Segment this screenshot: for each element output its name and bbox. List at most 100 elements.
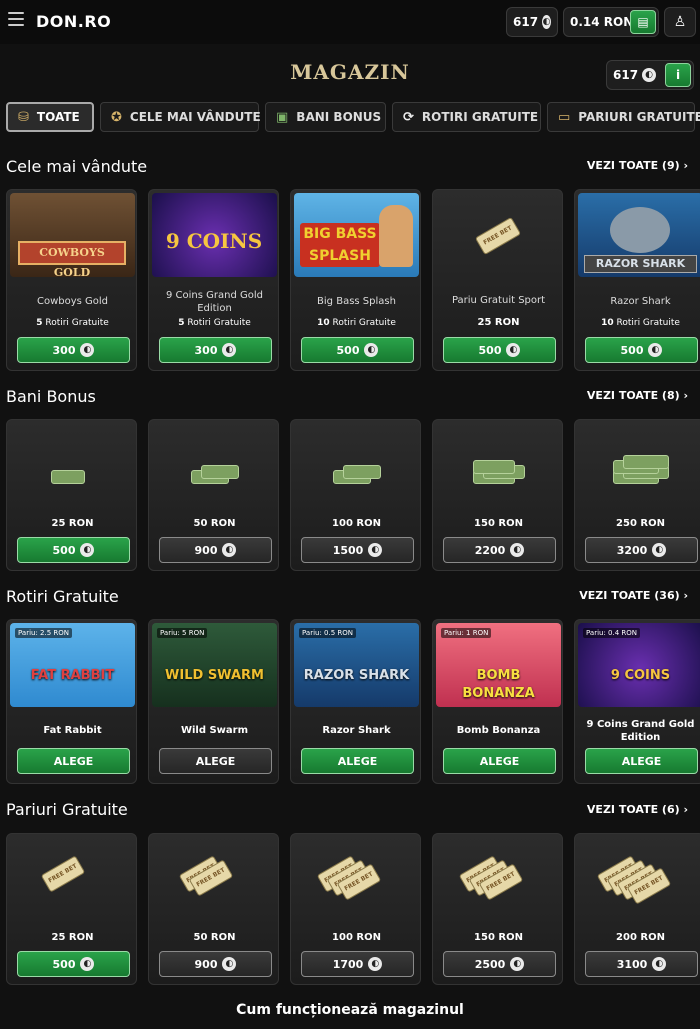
free-bet-ticket-icon: FREE BET bbox=[40, 855, 86, 893]
coin-icon: ◐ bbox=[652, 543, 667, 557]
bonus-card[interactable]: 250 RON 3200 ◐ bbox=[574, 419, 700, 571]
coin-icon: ◐ bbox=[80, 543, 95, 557]
product-detail: 25 RON bbox=[477, 317, 520, 328]
game-thumbnail: Pariu: 5 RON WILD SWARM bbox=[152, 623, 277, 707]
free-spins-card[interactable]: Pariu: 5 RON WILD SWARM Wild Swarm ALEGE bbox=[148, 619, 279, 784]
see-all-spins[interactable]: VEZI TOATE (36) › bbox=[579, 589, 688, 602]
free-spins-card[interactable]: Pariu: 0.4 RON 9 COINS 9 Coins Grand Gol… bbox=[574, 619, 700, 784]
bet-amount: 150 RON bbox=[474, 932, 523, 943]
thumb-logo: RAZOR SHARK bbox=[584, 255, 697, 273]
price-button[interactable]: 1500 ◐ bbox=[301, 537, 414, 563]
thumb-logo: COWBOYS GOLD bbox=[18, 241, 126, 277]
coin-icon: ◐ bbox=[222, 957, 237, 971]
product-card[interactable]: RAZOR SHARK Razor Shark 10 Rotiri Gratui… bbox=[574, 189, 700, 371]
product-card[interactable]: FREE BET Pariu Gratuit Sport 25 RON 500 ◐ bbox=[432, 189, 563, 371]
price-button[interactable]: 500 ◐ bbox=[17, 537, 130, 563]
bonus-row: 25 RON 500 ◐ 50 RON 900 ◐ 100 RON 1500 ◐ 15… bbox=[6, 419, 700, 571]
tab-rotiri-gratuite[interactable]: ⟳ ROTIRI GRATUITE bbox=[392, 102, 541, 132]
free-bet-card[interactable]: FREE BET 25 RON 500 ◐ bbox=[6, 833, 137, 985]
price-button[interactable]: 3200 ◐ bbox=[585, 537, 698, 563]
choose-button[interactable]: ALEGE bbox=[585, 748, 698, 774]
see-all-best[interactable]: VEZI TOATE (9) › bbox=[587, 159, 688, 172]
fisherman-figure bbox=[379, 205, 413, 267]
bets-row: FREE BET 25 RON 500◐ FREE BETFREE BET 50… bbox=[6, 833, 700, 985]
choose-button[interactable]: ALEGE bbox=[443, 748, 556, 774]
game-thumbnail: BIG BASS SPLASH bbox=[294, 193, 419, 277]
price-button[interactable]: 1700 ◐ bbox=[301, 951, 414, 977]
free-spins-card[interactable]: Pariu: 0.5 RON RAZOR SHARK Razor Shark A… bbox=[290, 619, 421, 784]
coin-icon: ◐ bbox=[80, 957, 95, 971]
free-spins-card[interactable]: Pariu: 2.5 RON FAT RABBIT Fat Rabbit ALE… bbox=[6, 619, 137, 784]
price-button[interactable]: 500 ◐ bbox=[301, 337, 414, 363]
price-button[interactable]: 2200 ◐ bbox=[443, 537, 556, 563]
balance-pill[interactable]: 0.14 RON ▤ bbox=[563, 7, 659, 37]
choose-button[interactable]: ALEGE bbox=[17, 748, 130, 774]
see-all-bets[interactable]: VEZI TOATE (6) › bbox=[587, 803, 688, 816]
points-pill[interactable]: 617 ◐ bbox=[506, 7, 558, 37]
game-name: Razor Shark bbox=[322, 725, 391, 736]
product-detail: 10 Rotiri Gratuite bbox=[601, 318, 680, 328]
game-name: 9 Coins Grand Gold Edition bbox=[586, 719, 695, 743]
see-all-bonus[interactable]: VEZI TOATE (8) › bbox=[587, 389, 688, 402]
product-card[interactable]: COWBOYS GOLD Cowboys Gold 5 Rotiri Gratu… bbox=[6, 189, 137, 371]
game-thumbnail: RAZOR SHARK bbox=[578, 193, 700, 277]
coin-icon: ◐ bbox=[222, 543, 237, 557]
product-card[interactable]: BIG BASS SPLASH Big Bass Splash 10 Rotir… bbox=[290, 189, 421, 371]
price-button[interactable]: 900 ◐ bbox=[159, 951, 272, 977]
tab-pariuri-gratuite[interactable]: ▭ PARIURI GRATUITE bbox=[547, 102, 700, 132]
coin-icon: ◐ bbox=[506, 343, 521, 357]
user-button[interactable]: ♙ bbox=[664, 7, 696, 37]
coin-icon: ◐ bbox=[510, 543, 525, 557]
game-thumbnail: Pariu: 0.4 RON 9 COINS bbox=[578, 623, 700, 707]
price-button[interactable]: 300 ◐ bbox=[17, 337, 130, 363]
bet-amount: 50 RON bbox=[193, 932, 236, 943]
top-bar: DON.RO 617 ◐ 0.14 RON ▤ ♙ bbox=[0, 0, 700, 44]
product-name: 9 Coins Grand Gold Edition bbox=[166, 290, 263, 314]
money-icon: ▣ bbox=[276, 109, 289, 125]
choose-button[interactable]: ALEGE bbox=[159, 748, 272, 774]
basket-icon: ⛁ bbox=[18, 109, 29, 125]
coin-icon: ◐ bbox=[364, 343, 379, 357]
free-bet-ticket-icon: FREE BET bbox=[474, 216, 522, 256]
tab-bani-bonus[interactable]: ▣ BANI BONUS bbox=[265, 102, 386, 132]
free-bet-card[interactable]: FREE BETFREE BETFREE BET 150 RON 2500◐ bbox=[432, 833, 563, 985]
price-button[interactable]: 500 ◐ bbox=[17, 951, 130, 977]
game-thumbnail: Pariu: 2.5 RON FAT RABBIT bbox=[10, 623, 135, 707]
choose-button[interactable]: ALEGE bbox=[301, 748, 414, 774]
bet-amount: 25 RON bbox=[51, 932, 94, 943]
free-spins-card[interactable]: Pariu: 1 RON BOMB BONANZA Bomb Bonanza A… bbox=[432, 619, 563, 784]
price-button[interactable]: 300 ◐ bbox=[159, 337, 272, 363]
free-bet-card[interactable]: FREE BETFREE BET 50 RON 900◐ bbox=[148, 833, 279, 985]
logo[interactable]: DON.RO bbox=[36, 12, 111, 31]
bonus-card[interactable]: 50 RON 900 ◐ bbox=[148, 419, 279, 571]
product-name: Big Bass Splash bbox=[317, 296, 396, 307]
bonus-card[interactable]: 150 RON 2200 ◐ bbox=[432, 419, 563, 571]
how-it-works-heading[interactable]: Cum funcționează magazinul bbox=[0, 1002, 700, 1018]
menu-icon[interactable] bbox=[8, 12, 24, 26]
bonus-amount: 150 RON bbox=[474, 518, 523, 529]
balance-value: 0.14 RON bbox=[570, 15, 634, 29]
info-icon[interactable]: i bbox=[665, 63, 691, 87]
price-button[interactable]: 900 ◐ bbox=[159, 537, 272, 563]
deposit-icon[interactable]: ▤ bbox=[630, 10, 656, 34]
tab-cele-mai-vandute[interactable]: ✪ CELE MAI VÂNDUTE bbox=[100, 102, 261, 132]
bonus-amount: 100 RON bbox=[332, 518, 381, 529]
free-bet-card[interactable]: FREE BETFREE BETFREE BETFREE BET 200 RON… bbox=[574, 833, 700, 985]
thumb-logo: 9 COINS bbox=[165, 229, 263, 253]
bonus-amount: 250 RON bbox=[616, 518, 665, 529]
bonus-card[interactable]: 25 RON 500 ◐ bbox=[6, 419, 137, 571]
banknote-stack-icon bbox=[622, 455, 669, 469]
points-widget[interactable]: 617 ◐ i bbox=[606, 60, 694, 90]
price-button[interactable]: 500 ◐ bbox=[585, 337, 698, 363]
coin-icon: ◐ bbox=[222, 343, 237, 357]
price-button[interactable]: 3100 ◐ bbox=[585, 951, 698, 977]
product-card[interactable]: 9 COINS 9 Coins Grand Gold Edition 5 Rot… bbox=[148, 189, 279, 371]
bonus-amount: 50 RON bbox=[193, 518, 236, 529]
price-button[interactable]: 2500 ◐ bbox=[443, 951, 556, 977]
product-name: Pariu Gratuit Sport bbox=[451, 295, 546, 306]
price-button[interactable]: 500 ◐ bbox=[443, 337, 556, 363]
coin-icon: ◐ bbox=[80, 343, 95, 357]
tab-toate[interactable]: ⛁ TOATE bbox=[6, 102, 94, 132]
bonus-card[interactable]: 100 RON 1500 ◐ bbox=[290, 419, 421, 571]
free-bet-card[interactable]: FREE BETFREE BETFREE BET 100 RON 1700◐ bbox=[290, 833, 421, 985]
